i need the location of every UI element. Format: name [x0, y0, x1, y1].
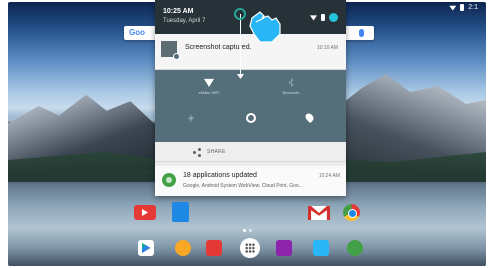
- app-drawer-icon[interactable]: [240, 238, 260, 258]
- quick-settings-panel: eMatic WiFi Bluetooth: [155, 70, 346, 142]
- status-bar: 2:1: [449, 4, 478, 11]
- hand-pointer-icon: [249, 11, 281, 43]
- notification-time: 10:10 AM: [316, 45, 338, 51]
- tile-label: eMatic WiFi: [198, 90, 220, 95]
- notification-title: 18 applications updated: [183, 172, 257, 179]
- play-store-app-icon[interactable]: [138, 240, 154, 256]
- camera-app-icon[interactable]: [175, 240, 191, 256]
- tile-wifi[interactable]: eMatic WiFi: [179, 78, 239, 95]
- image-badge-icon: [173, 53, 180, 60]
- battery-icon: [321, 14, 325, 21]
- youtube-app-icon[interactable]: [134, 205, 156, 220]
- bluetooth-icon: [288, 78, 294, 87]
- hangouts-app-icon[interactable]: [347, 240, 363, 256]
- shade-time: 10:25 AM: [163, 8, 194, 15]
- play-store-update-icon: [162, 173, 176, 187]
- status-time: 2:1: [468, 4, 478, 11]
- tile-bluetooth[interactable]: Bluetooth: [261, 78, 321, 95]
- notification-title: Screenshot captured.: [185, 44, 252, 51]
- wifi-icon: [204, 78, 214, 87]
- chrome-app-icon[interactable]: [343, 204, 360, 221]
- google-logo: Goo: [129, 28, 145, 37]
- tile-label: Bluetooth: [282, 90, 300, 95]
- tile-auto-rotate[interactable]: [221, 113, 281, 123]
- tile-flashlight[interactable]: [161, 114, 221, 123]
- shade-date: Tuesday, April 7: [163, 18, 206, 24]
- docs-app-icon[interactable]: [172, 202, 189, 222]
- wifi-icon: [449, 5, 457, 11]
- tile-location[interactable]: [279, 111, 339, 124]
- messages-app-icon[interactable]: [276, 240, 292, 256]
- page-indicator: [243, 229, 252, 232]
- flashlight-icon: [188, 114, 194, 123]
- user-avatar-icon[interactable]: [329, 13, 338, 22]
- microphone-icon[interactable]: [359, 29, 364, 37]
- auto-rotate-icon: [246, 113, 256, 123]
- battery-icon: [460, 4, 465, 11]
- location-icon: [303, 111, 315, 124]
- share-label: SHARE: [207, 149, 226, 155]
- touch-point-icon: [234, 8, 246, 20]
- files-app-icon[interactable]: [313, 240, 329, 256]
- share-icon: [193, 148, 201, 157]
- apps-updated-notification[interactable]: 18 applications updated 10:24 AM Google,…: [155, 166, 346, 196]
- swipe-down-indicator: [240, 14, 241, 76]
- wifi-icon: [310, 15, 317, 21]
- bookmark-app-icon[interactable]: [206, 240, 222, 256]
- notification-time: 10:24 AM: [318, 173, 340, 179]
- gmail-app-icon[interactable]: [308, 206, 330, 220]
- notification-subtitle: Google, Android System WebView, Cloud Pr…: [183, 183, 303, 189]
- share-action[interactable]: SHARE: [155, 142, 346, 162]
